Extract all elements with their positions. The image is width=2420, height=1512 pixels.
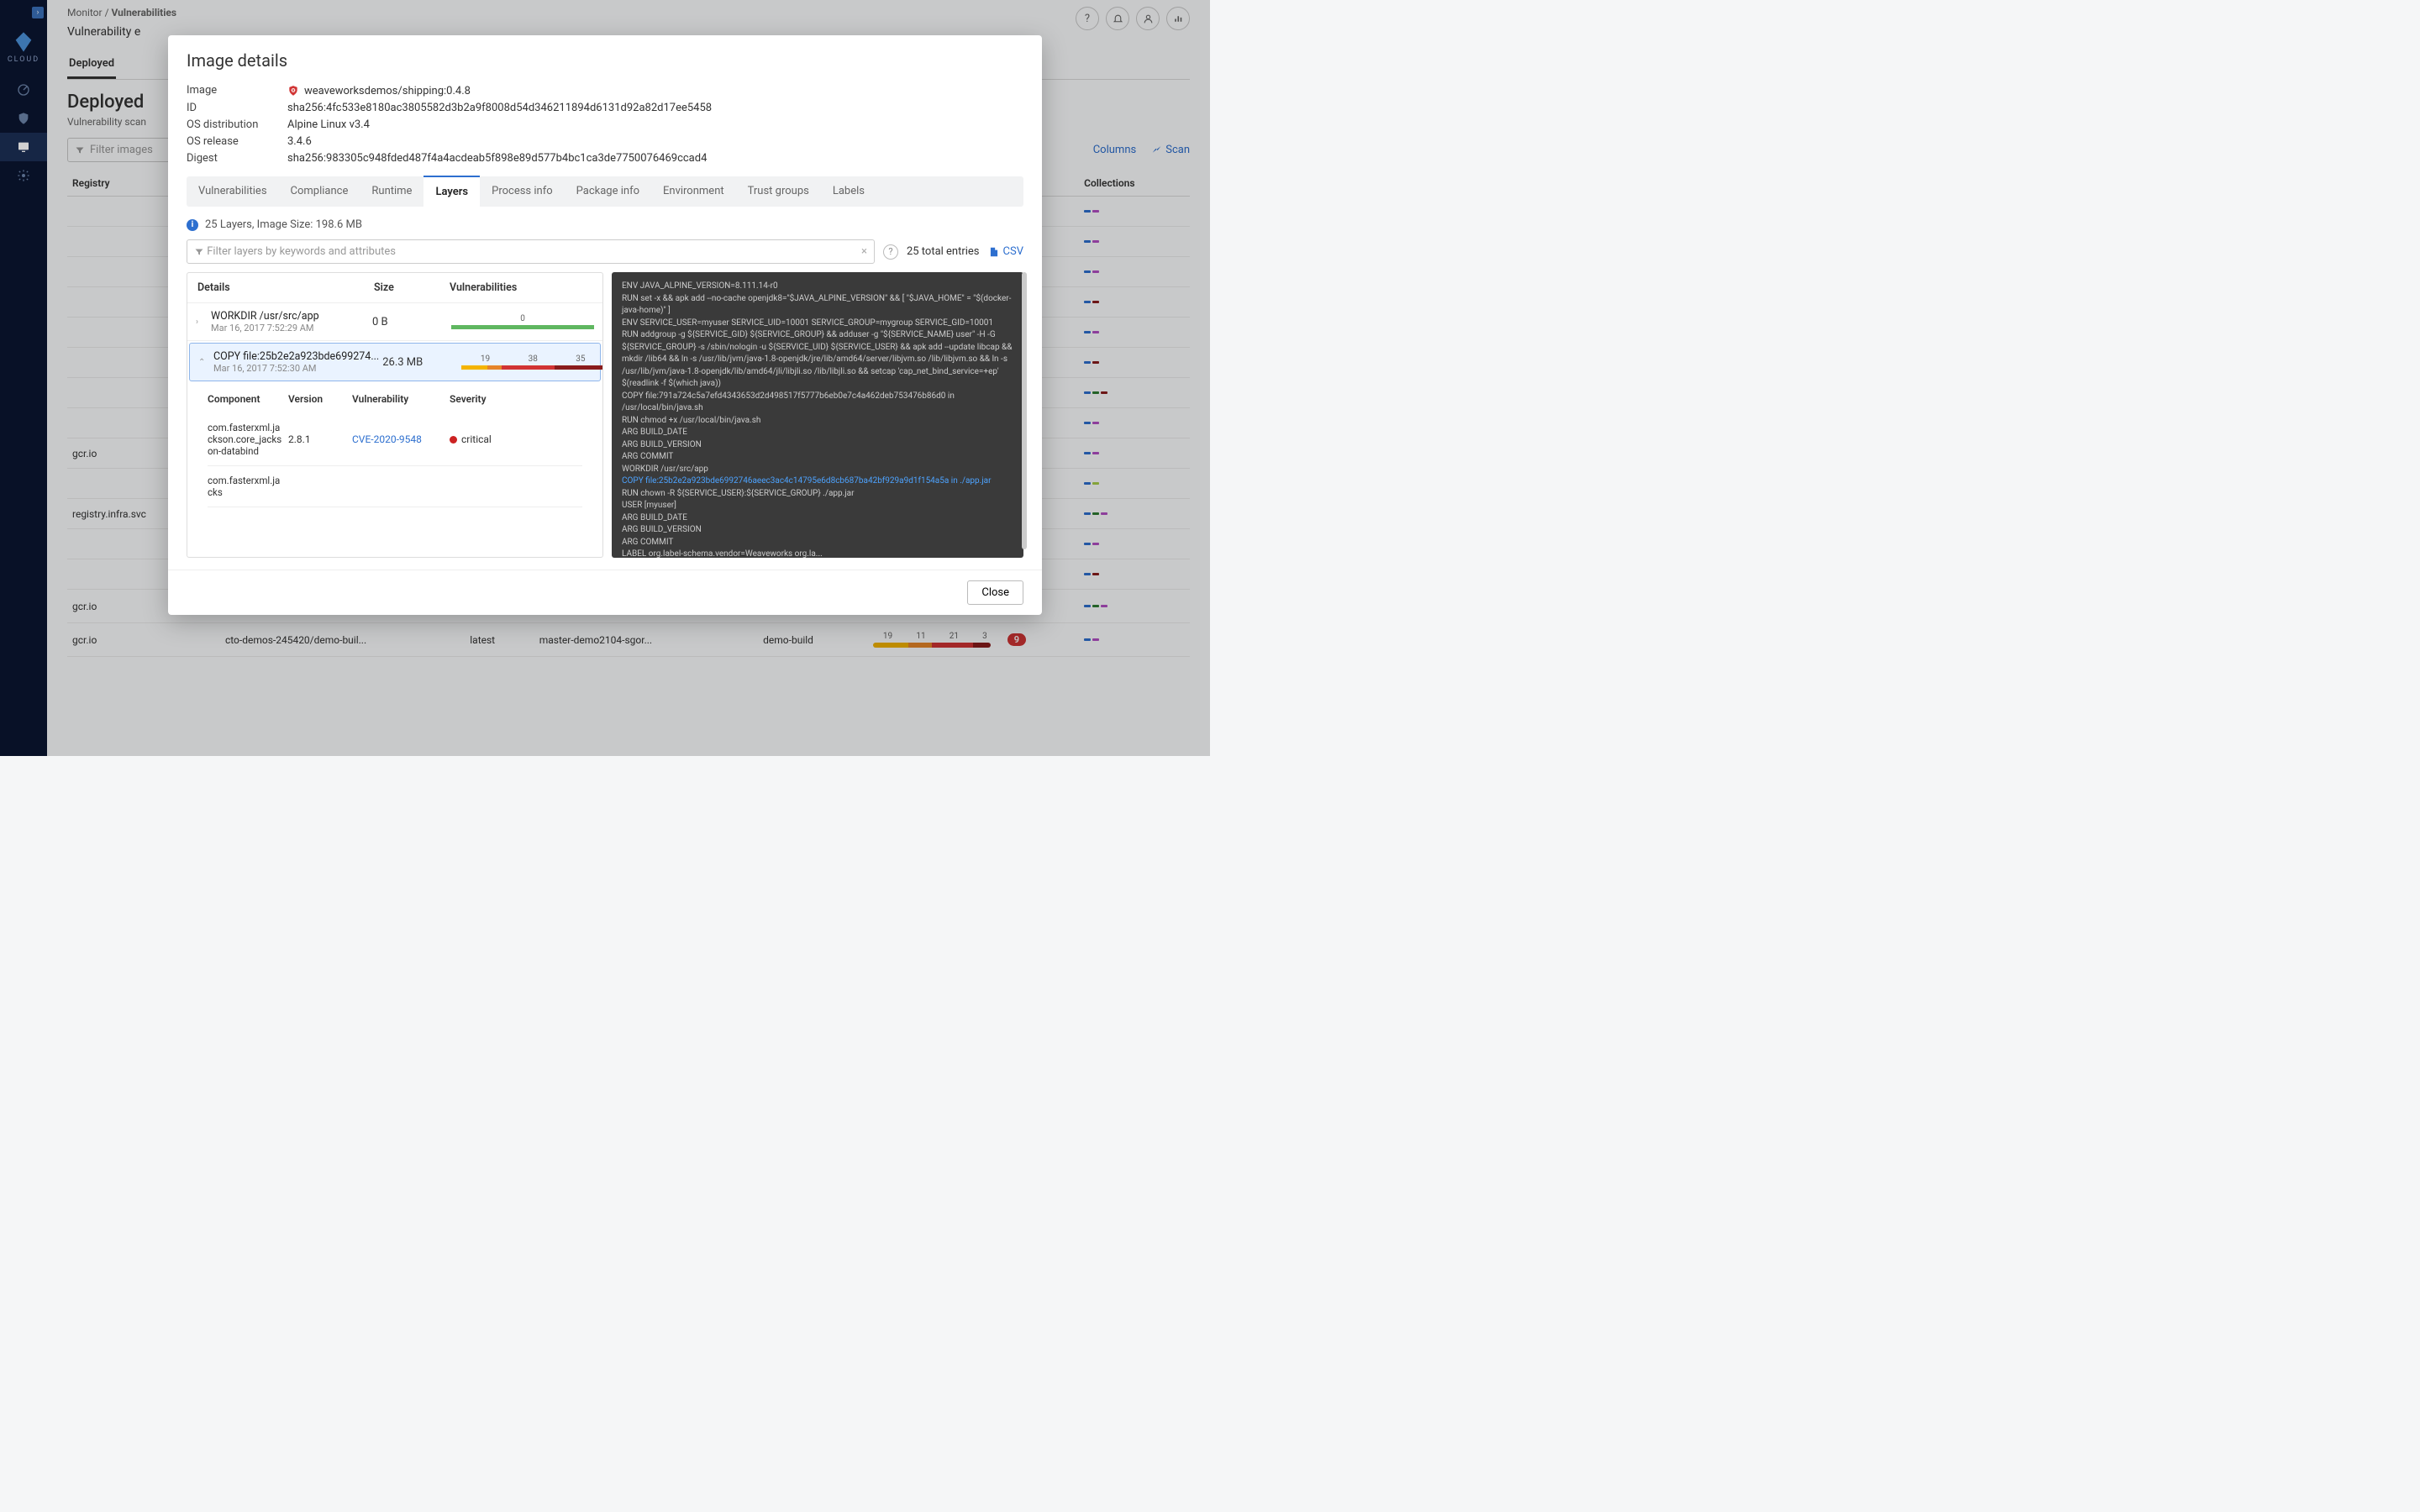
filter-layers-input[interactable]: Filter layers by keywords and attributes… [187,239,875,264]
layer-row[interactable]: › WORKDIR /usr/src/appMar 16, 2017 7:52:… [187,303,602,341]
meta-image: weaveworksdemos/shipping:0.4.8 [304,85,471,97]
dockerfile-line: RUN chmod +x /usr/local/bin/java.sh [622,415,1013,428]
tab-layers[interactable]: Layers [424,176,480,207]
chevron-icon: ⌃ [198,358,210,367]
image-details-modal: Image details Image weaveworksdemos/ship… [168,35,1042,615]
info-icon: i [187,219,198,231]
modal-overlay: Image details Image weaveworksdemos/ship… [0,0,1210,756]
export-icon [988,246,1000,258]
dockerfile-line: LABEL org.label-schema.vendor=Weaveworks… [622,549,1013,558]
layer-vuln-subtable: Component Version Vulnerability Severity… [187,383,602,517]
chevron-icon: › [196,318,208,327]
total-entries: 25 total entries [907,245,980,258]
tab-runtime[interactable]: Runtime [360,176,424,207]
help-tip[interactable]: ? [883,244,898,260]
meta-release: 3.4.6 [287,135,1023,148]
dockerfile-line: ENV JAVA_ALPINE_VERSION=8.111.14-r0 [622,281,1013,293]
dockerfile-line: RUN addgroup -g ${SERVICE_GID} ${SERVICE… [622,329,1013,391]
dockerfile-line: ARG COMMIT [622,537,1013,549]
image-meta: Image weaveworksdemos/shipping:0.4.8 IDs… [187,84,1023,165]
layer-row[interactable]: ⌃ COPY file:25b2e2a923bde699274...Mar 16… [189,343,601,381]
tab-compliance[interactable]: Compliance [279,176,360,207]
tab-trust-groups[interactable]: Trust groups [736,176,821,207]
dockerfile-line: ARG COMMIT [622,451,1013,464]
vuln-row[interactable]: com.fasterxml.jackson.core_jackson-datab… [208,413,582,466]
col-size: Size [374,281,450,294]
cve-link[interactable]: CVE-2020-9548 [352,433,445,445]
dockerfile-line: ARG BUILD_DATE [622,512,1013,525]
meta-os: Alpine Linux v3.4 [287,118,1023,131]
tab-labels[interactable]: Labels [821,176,876,207]
tab-package-info[interactable]: Package info [565,176,651,207]
tab-process-info[interactable]: Process info [480,176,565,207]
layers-panel: Details Size Vulnerabilities › WORKDIR /… [187,272,603,558]
dockerfile-line: ARG BUILD_DATE [622,427,1013,439]
dockerfile-line: COPY file:791a724c5a7efd4343653d2d498517… [622,391,1013,415]
modal-tabs: VulnerabilitiesComplianceRuntimeLayersPr… [187,176,1023,207]
dockerfile-line: ENV SERVICE_USER=myuser SERVICE_UID=1000… [622,318,1013,330]
dockerfile-line: USER [myuser] [622,500,1013,512]
col-details: Details [197,281,374,294]
close-button[interactable]: Close [967,580,1023,605]
dockerfile-line: RUN set -x && apk add --no-cache openjdk… [622,293,1013,318]
export-csv[interactable]: CSV [988,245,1023,258]
dockerfile-line: RUN chown -R ${SERVICE_USER}:${SERVICE_G… [622,488,1013,501]
dockerfile-line: ARG BUILD_VERSION [622,524,1013,537]
shield-alert-icon [287,84,299,97]
modal-title: Image details [187,50,1023,71]
dockerfile-line: COPY file:25b2e2a923bde6992746aeec3ac4c1… [622,475,1013,488]
layers-summary: 25 Layers, Image Size: 198.6 MB [205,218,362,231]
meta-id: sha256:4fc533e8180ac3805582d3b2a9f8008d5… [287,102,1023,114]
tab-vulnerabilities[interactable]: Vulnerabilities [187,176,279,207]
col-vulnerabilities: Vulnerabilities [450,281,592,294]
dockerfile-line: WORKDIR /usr/src/app [622,464,1013,476]
vuln-row[interactable]: com.fasterxml.jacks [208,466,582,507]
clear-filter-icon[interactable]: × [861,245,867,258]
filter-icon [194,247,204,257]
dockerfile-view: ENV JAVA_ALPINE_VERSION=8.111.14-r0RUN s… [612,272,1023,558]
dockerfile-line: ARG BUILD_VERSION [622,439,1013,452]
scrollbar[interactable] [1022,272,1027,549]
tab-environment[interactable]: Environment [651,176,736,207]
meta-digest: sha256:983305c948fded487f4a4acdeab5f898e… [287,152,1023,165]
